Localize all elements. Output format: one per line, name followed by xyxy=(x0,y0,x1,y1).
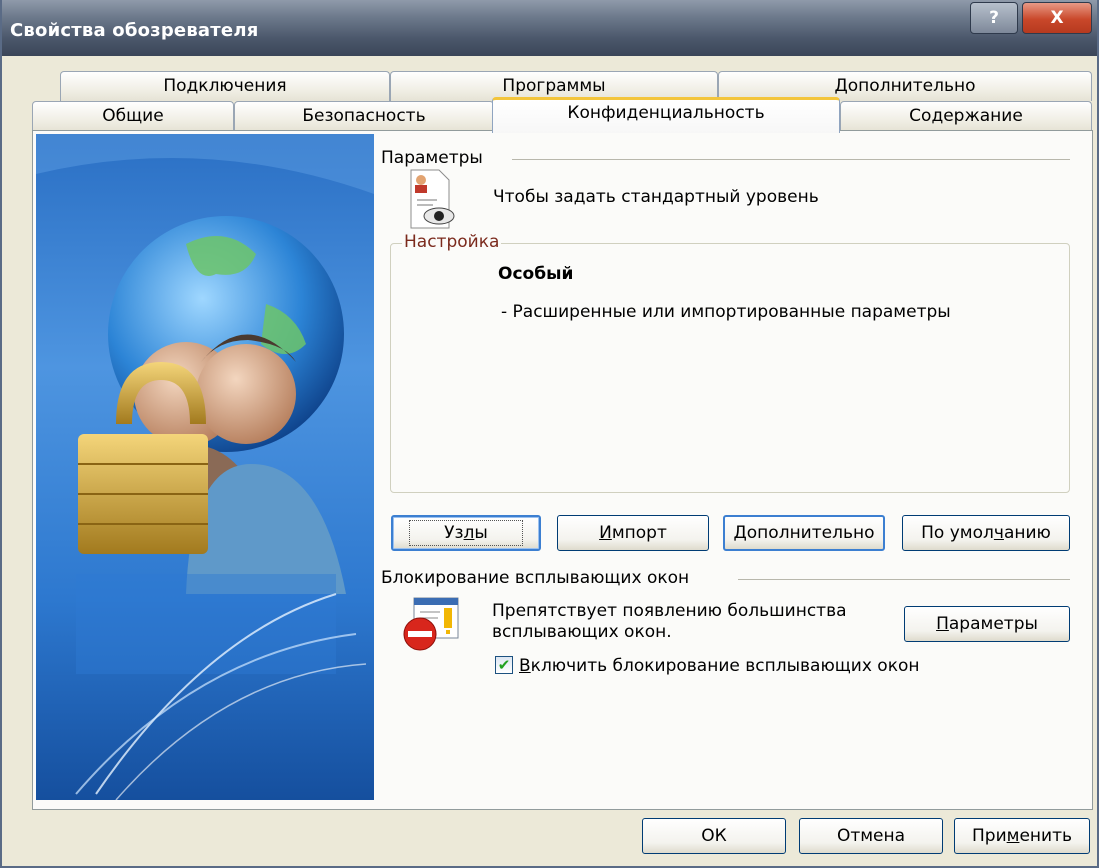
cancel-button[interactable]: Отмена xyxy=(799,818,943,854)
popup-divider xyxy=(738,579,1070,580)
button-label: анию xyxy=(1003,523,1051,543)
privacy-level-name: Особый xyxy=(498,264,574,284)
button-label: ОК xyxy=(701,826,727,846)
tab-connections[interactable]: Подключения xyxy=(60,71,390,101)
button-label: ополнительно xyxy=(746,523,875,543)
button-accelerator: П xyxy=(936,614,949,634)
button-label: Отмена xyxy=(836,826,906,846)
tab-label: Подключения xyxy=(163,76,287,96)
params-description: Чтобы задать стандартный уровень xyxy=(493,187,819,207)
popup-description-line1: Препятствует появлению большинства xyxy=(492,601,847,621)
help-button[interactable]: ? xyxy=(970,2,1018,34)
checkmark-icon: ✔ xyxy=(497,655,511,674)
tab-label: Содержание xyxy=(909,106,1023,126)
params-divider xyxy=(512,159,1070,160)
button-accelerator: ч xyxy=(993,523,1004,543)
button-label: енить xyxy=(1019,826,1072,846)
popup-group-label: Блокирование всплывающих окон xyxy=(381,568,696,588)
button-accelerator: л xyxy=(463,523,475,543)
ok-button[interactable]: ОК xyxy=(642,818,786,854)
tab-label: Общие xyxy=(102,106,164,126)
close-button[interactable]: X xyxy=(1022,2,1092,34)
help-icon: ? xyxy=(989,8,999,28)
button-label: При xyxy=(972,826,1007,846)
settings-fieldset xyxy=(390,243,1070,493)
tab-security[interactable]: Безопасность xyxy=(234,101,494,131)
import-button[interactable]: Импорт xyxy=(557,515,709,551)
privacy-illustration xyxy=(36,134,374,800)
button-label: По умол xyxy=(921,523,994,543)
close-icon: X xyxy=(1050,8,1064,28)
tab-label: Конфиденциальность xyxy=(567,103,765,123)
sites-button[interactable]: Узлы xyxy=(391,515,541,551)
tab-general[interactable]: Общие xyxy=(32,101,234,131)
privacy-illustration-svg xyxy=(36,134,374,800)
popup-blocker-checkbox-label[interactable]: Включить блокирование всплывающих окон xyxy=(519,656,919,676)
checkbox-accelerator: В xyxy=(519,656,531,676)
advanced-button[interactable]: Дополнительно xyxy=(723,515,885,551)
button-label: мпорт xyxy=(611,523,667,543)
settings-legend: Настройка xyxy=(402,232,502,252)
privacy-level-description: - Расширенные или импортированные параме… xyxy=(501,302,951,322)
popup-blocker-icon xyxy=(400,594,464,654)
tab-label: Безопасность xyxy=(302,106,426,126)
button-accelerator: м xyxy=(1006,826,1020,846)
button-accelerator: Д xyxy=(733,523,747,543)
tab-content[interactable]: Содержание xyxy=(840,101,1092,131)
apply-button[interactable]: При м енить xyxy=(954,818,1090,854)
title-bar[interactable]: Свойства обозревателя ? X xyxy=(2,0,1097,56)
checkbox-label-text: ключить блокирование всплывающих окон xyxy=(530,656,920,676)
tab-label: Программы xyxy=(502,76,606,96)
params-group-label: Параметры xyxy=(381,148,489,168)
button-accelerator: И xyxy=(599,523,612,543)
window-title: Свойства обозревателя xyxy=(10,20,259,41)
dialog-window: Свойства обозревателя ? X Подключения Пр… xyxy=(0,0,1099,868)
popup-settings-button[interactable]: Параметры xyxy=(904,606,1070,642)
button-label: ы xyxy=(474,523,488,543)
privacy-document-icon xyxy=(403,168,459,232)
popup-blocker-checkbox[interactable]: ✔ xyxy=(495,656,513,674)
button-label: Уз xyxy=(444,523,464,543)
tab-label: Дополнительно xyxy=(834,76,976,96)
default-button[interactable]: По умол ч анию xyxy=(902,515,1070,551)
button-label: араметры xyxy=(948,614,1038,634)
popup-description-line2: всплывающих окон. xyxy=(492,622,672,642)
tab-privacy[interactable]: Конфиденциальность xyxy=(492,97,840,133)
